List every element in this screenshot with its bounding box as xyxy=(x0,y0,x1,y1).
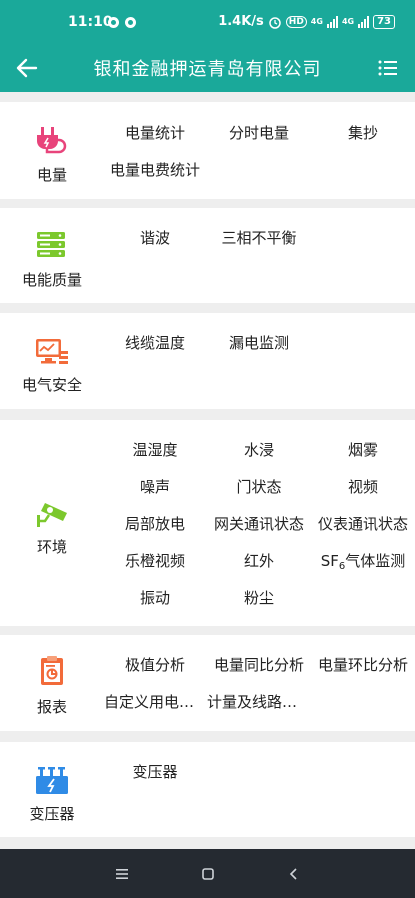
menu-item[interactable]: 局部放电 xyxy=(125,515,185,533)
plug-icon xyxy=(37,127,67,154)
menu-item[interactable]: 集抄 xyxy=(348,124,378,142)
menu-item[interactable]: 电量同比分析 xyxy=(214,656,304,674)
camera-icon xyxy=(37,503,67,527)
menu-item[interactable]: 三相不平衡 xyxy=(221,229,296,247)
notification-icons xyxy=(108,17,136,28)
menu-item[interactable]: 电量电费统计 xyxy=(110,161,200,179)
network-type: 4G xyxy=(341,17,355,26)
menu-item[interactable]: 网关通讯状态 xyxy=(214,515,304,533)
page-title: 银和金融押运青岛有限公司 xyxy=(93,59,322,80)
menu-item[interactable]: 变压器 xyxy=(132,763,177,781)
menu-item[interactable]: 水浸 xyxy=(244,441,274,459)
alarm-icon xyxy=(269,16,281,29)
section-quality: 电能质量 谐波 三相不平衡 xyxy=(0,208,415,303)
signal-icon xyxy=(326,15,338,28)
section-label: 变压器 xyxy=(29,805,75,823)
menu-item[interactable]: 烟雾 xyxy=(348,441,378,459)
menu-item[interactable]: 门状态 xyxy=(236,478,281,496)
section-energy: 电量 电量统计 分时电量 集抄 电量电费统计 xyxy=(0,102,415,199)
menu-item[interactable]: 红外 xyxy=(244,552,274,570)
app-bar: 银和金融押运青岛有限公司 xyxy=(0,45,415,92)
menu-item[interactable]: 线缆温度 xyxy=(125,334,185,352)
menu-item-sf6[interactable]: SF6气体监测 xyxy=(321,552,406,576)
section-label: 电能质量 xyxy=(21,271,82,289)
back-nav-icon[interactable] xyxy=(281,861,307,887)
notification-icon xyxy=(125,17,136,28)
menu-item[interactable]: 计量及线路… xyxy=(207,693,297,711)
section-environment: 环境 温湿度 水浸 烟雾 噪声 门状态 视频 局部放电 网关通讯状态 仪表通讯状… xyxy=(0,420,415,626)
menu-nav-icon[interactable] xyxy=(109,861,135,887)
system-nav-bar xyxy=(0,849,415,898)
monitor-chart-icon xyxy=(36,339,68,364)
menu-item[interactable]: 分时电量 xyxy=(229,124,289,142)
transformer-icon xyxy=(36,767,68,794)
menu-item[interactable]: 视频 xyxy=(348,478,378,496)
menu-button[interactable] xyxy=(371,51,405,85)
sf6-suffix: 气体监测 xyxy=(345,552,406,570)
menu-item[interactable]: 极值分析 xyxy=(125,656,185,674)
section-label: 电气安全 xyxy=(21,376,82,394)
home-nav-icon[interactable] xyxy=(195,861,221,887)
section-label: 环境 xyxy=(36,538,67,556)
status-bar: 11:10 1.4K/s HD 4G 4G 73 xyxy=(0,0,415,45)
menu-item[interactable]: 电量统计 xyxy=(125,124,185,142)
clipboard-icon xyxy=(41,656,63,685)
menu-item[interactable]: 漏电监测 xyxy=(229,334,289,352)
menu-item[interactable]: 粉尘 xyxy=(244,589,274,607)
battery-icon: 73 xyxy=(373,14,395,29)
sf6-text: SF xyxy=(320,552,339,570)
status-time: 11:10 xyxy=(68,14,113,30)
server-icon xyxy=(37,232,65,257)
content: 电量 电量统计 分时电量 集抄 电量电费统计 电能质量 谐波 三相不平衡 电气安… xyxy=(0,92,415,849)
section-label: 报表 xyxy=(36,698,67,716)
menu-item[interactable]: 乐橙视频 xyxy=(125,552,185,570)
network-type: 4G xyxy=(310,17,323,26)
status-right: 1.4K/s HD 4G 4G 73 xyxy=(218,14,395,29)
menu-item[interactable]: 自定义用电… xyxy=(104,693,194,711)
notification-icon xyxy=(108,17,119,28)
section-report: 报表 极值分析 电量同比分析 电量环比分析 自定义用电… 计量及线路… xyxy=(0,635,415,731)
signal-icon xyxy=(358,15,370,28)
section-safety: 电气安全 线缆温度 漏电监测 xyxy=(0,313,415,409)
section-label: 电量 xyxy=(36,166,67,184)
menu-item[interactable]: 噪声 xyxy=(140,478,170,496)
menu-item[interactable]: 振动 xyxy=(140,589,170,607)
list-icon xyxy=(378,60,397,76)
network-speed: 1.4K/s xyxy=(218,14,264,29)
hd-badge: HD xyxy=(285,15,307,28)
menu-item[interactable]: 温湿度 xyxy=(132,441,177,459)
menu-item[interactable]: 仪表通讯状态 xyxy=(318,515,408,533)
menu-item[interactable]: 电量环比分析 xyxy=(318,656,408,674)
menu-item[interactable]: 谐波 xyxy=(140,229,170,247)
section-transformer: 变压器 变压器 xyxy=(0,742,415,837)
